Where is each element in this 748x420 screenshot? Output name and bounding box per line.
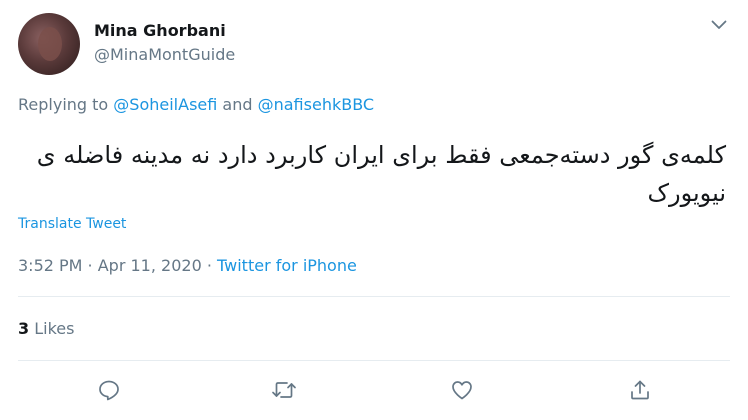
translate-tweet-link[interactable]: Translate Tweet: [18, 216, 126, 232]
like-button[interactable]: [448, 376, 476, 404]
likes-label: Likes: [29, 319, 75, 338]
tweet-time[interactable]: 3:52 PM: [18, 256, 82, 275]
replying-to-label: Replying to: [18, 95, 114, 114]
reply-mention-soheilasefi[interactable]: @SoheilAsefi: [113, 95, 217, 114]
divider: [18, 360, 730, 361]
avatar-photo: [38, 27, 62, 61]
author-handle[interactable]: @MinaMontGuide: [94, 45, 235, 64]
meta-separator: ·: [201, 256, 218, 275]
divider: [18, 296, 730, 297]
tweet-text: کلمه‌ی گور دسته‌جمعی فقط برای ایران کارب…: [36, 141, 726, 207]
chevron-down-icon: [711, 20, 727, 29]
replying-to: Replying to @SoheilAsefi and @nafisehkBB…: [18, 95, 374, 114]
reply-mention-nafisehkbbc[interactable]: @nafisehkBBC: [258, 95, 374, 114]
tweet-metadata: 3:52 PM · Apr 11, 2020 · Twitter for iPh…: [18, 256, 357, 275]
author-name[interactable]: Mina Ghorbani: [94, 21, 226, 40]
heart-icon: [452, 381, 472, 400]
avatar[interactable]: [18, 13, 80, 75]
retweet-icon: [272, 382, 296, 398]
more-options-button[interactable]: [708, 14, 730, 36]
tweet-card: Mina Ghorbani @MinaMontGuide Replying to…: [0, 0, 748, 420]
likes-stat[interactable]: 3 Likes: [18, 319, 74, 338]
tweet-date[interactable]: Apr 11, 2020: [98, 256, 202, 275]
likes-count: 3: [18, 319, 30, 338]
reply-button[interactable]: [95, 376, 123, 404]
reply-icon: [99, 380, 119, 401]
tweet-source-link[interactable]: Twitter for iPhone: [217, 256, 357, 275]
share-button[interactable]: [626, 376, 654, 404]
share-icon: [631, 380, 649, 400]
replying-to-conjunction: and: [217, 95, 258, 114]
retweet-button[interactable]: [270, 376, 298, 404]
meta-separator: ·: [82, 256, 98, 275]
